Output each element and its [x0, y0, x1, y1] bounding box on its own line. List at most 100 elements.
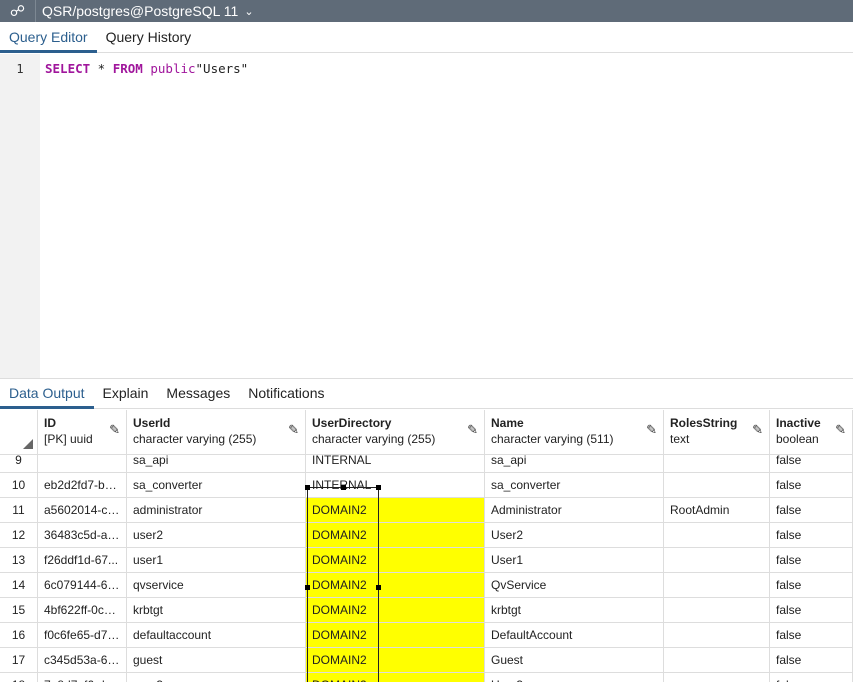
- table-cell[interactable]: guest: [127, 648, 306, 672]
- table-cell[interactable]: 4bf622ff-0c3...: [38, 598, 127, 622]
- table-cell[interactable]: DOMAIN2: [306, 673, 485, 682]
- table-cell[interactable]: DOMAIN2: [306, 623, 485, 647]
- table-cell[interactable]: Administrator: [485, 498, 664, 522]
- tab-query-history[interactable]: Query History: [97, 22, 201, 53]
- table-cell[interactable]: a5602014-c0...: [38, 498, 127, 522]
- table-row[interactable]: 11 a5602014-c0... administrator DOMAIN2 Admi…: [0, 498, 853, 523]
- column-header-id[interactable]: ID [PK] uuid ✎: [38, 410, 127, 455]
- table-row[interactable]: 10 eb2d2fd7-b0... sa_converter INTERNAL sa_c…: [0, 473, 853, 498]
- table-row[interactable]: 13 f26ddf1d-67... user1 DOMAIN2 User1 false: [0, 548, 853, 573]
- table-cell[interactable]: User1: [485, 548, 664, 572]
- tab-messages[interactable]: Messages: [157, 378, 239, 409]
- column-header-userid[interactable]: UserId character varying (255) ✎: [127, 410, 306, 455]
- table-cell[interactable]: User3: [485, 673, 664, 682]
- table-cell[interactable]: user3: [127, 673, 306, 682]
- table-cell[interactable]: [664, 623, 770, 647]
- table-cell[interactable]: [664, 673, 770, 682]
- table-cell[interactable]: krbtgt: [127, 598, 306, 622]
- chevron-down-icon[interactable]: ⌄: [244, 5, 253, 18]
- column-name: Name: [491, 416, 524, 430]
- row-number[interactable]: 18: [0, 673, 38, 682]
- row-number[interactable]: 15: [0, 598, 38, 622]
- table-cell[interactable]: DOMAIN2: [306, 648, 485, 672]
- table-cell[interactable]: [664, 648, 770, 672]
- table-row[interactable]: 12 36483c5d-a8... user2 DOMAIN2 User2 false: [0, 523, 853, 548]
- table-cell[interactable]: false: [770, 573, 853, 597]
- table-cell[interactable]: DOMAIN2: [306, 523, 485, 547]
- table-cell[interactable]: f0c6fe65-d76...: [38, 623, 127, 647]
- table-row[interactable]: 187e8d7af6-df5...user3DOMAIN2User3 false: [0, 673, 853, 682]
- table-cell[interactable]: [664, 573, 770, 597]
- tab-query-editor[interactable]: Query Editor: [0, 22, 97, 53]
- table-cell[interactable]: eb2d2fd7-b0...: [38, 473, 127, 497]
- pencil-icon[interactable]: ✎: [467, 422, 478, 438]
- sql-editor[interactable]: 1 SELECT * FROM public"Users": [0, 54, 853, 378]
- table-row[interactable]: 15 4bf622ff-0c3... krbtgt DOMAIN2 krbtgt fals…: [0, 598, 853, 623]
- table-cell[interactable]: DOMAIN2: [306, 548, 485, 572]
- tab-explain[interactable]: Explain: [94, 378, 158, 409]
- pencil-icon[interactable]: ✎: [288, 422, 299, 438]
- table-cell[interactable]: false: [770, 523, 853, 547]
- table-cell[interactable]: false: [770, 648, 853, 672]
- connection-title[interactable]: QSR/postgres@PostgreSQL 11: [36, 3, 238, 19]
- sql-code[interactable]: SELECT * FROM public"Users": [45, 61, 248, 76]
- table-cell[interactable]: Guest: [485, 648, 664, 672]
- column-header-name[interactable]: Name character varying (511) ✎: [485, 410, 664, 455]
- table-cell[interactable]: DefaultAccount: [485, 623, 664, 647]
- line-number: 1: [0, 54, 40, 378]
- table-cell[interactable]: User2: [485, 523, 664, 547]
- row-number[interactable]: 11: [0, 498, 38, 522]
- table-cell[interactable]: sa_converter: [127, 473, 306, 497]
- row-number[interactable]: 10: [0, 473, 38, 497]
- table-cell[interactable]: false: [770, 623, 853, 647]
- column-type: character varying (255): [133, 432, 257, 446]
- table-cell[interactable]: false: [770, 548, 853, 572]
- table-cell[interactable]: sa_converter: [485, 473, 664, 497]
- pencil-icon[interactable]: ✎: [835, 422, 846, 438]
- tab-notifications[interactable]: Notifications: [239, 378, 333, 409]
- table-cell[interactable]: DOMAIN2: [306, 573, 485, 597]
- column-name: RolesString: [670, 416, 738, 430]
- table-cell[interactable]: administrator: [127, 498, 306, 522]
- table-row[interactable]: 16 f0c6fe65-d76... defaultaccount DOMAIN2 De…: [0, 623, 853, 648]
- keyword: FROM: [112, 61, 143, 76]
- pencil-icon[interactable]: ✎: [109, 422, 120, 438]
- table-cell[interactable]: 6c079144-6f...: [38, 573, 127, 597]
- table-cell[interactable]: DOMAIN2: [306, 498, 485, 522]
- table-cell[interactable]: [664, 523, 770, 547]
- table-cell[interactable]: QvService: [485, 573, 664, 597]
- pencil-icon[interactable]: ✎: [752, 422, 763, 438]
- table-cell[interactable]: DOMAIN2: [306, 598, 485, 622]
- table-cell[interactable]: false: [770, 473, 853, 497]
- table-cell[interactable]: [664, 548, 770, 572]
- table-cell[interactable]: [664, 598, 770, 622]
- table-cell[interactable]: defaultaccount: [127, 623, 306, 647]
- table-cell[interactable]: [664, 473, 770, 497]
- row-number[interactable]: 14: [0, 573, 38, 597]
- table-cell[interactable]: krbtgt: [485, 598, 664, 622]
- select-all-corner[interactable]: [0, 410, 38, 455]
- table-row[interactable]: 17 c345d53a-66... guest DOMAIN2 Guest false: [0, 648, 853, 673]
- column-header-inactive[interactable]: Inactive boolean ✎: [770, 410, 853, 455]
- table-row[interactable]: 14 6c079144-6f... qvservice DOMAIN2 QvServic…: [0, 573, 853, 598]
- table-cell[interactable]: false: [770, 498, 853, 522]
- pencil-icon[interactable]: ✎: [646, 422, 657, 438]
- table-cell[interactable]: 7e8d7af6-df5...: [38, 673, 127, 682]
- row-number[interactable]: 17: [0, 648, 38, 672]
- table-cell[interactable]: 36483c5d-a8...: [38, 523, 127, 547]
- tab-data-output[interactable]: Data Output: [0, 378, 94, 409]
- column-header-userdirectory[interactable]: UserDirectory character varying (255) ✎: [306, 410, 485, 455]
- table-cell[interactable]: qvservice: [127, 573, 306, 597]
- table-cell[interactable]: false: [770, 598, 853, 622]
- row-number[interactable]: 13: [0, 548, 38, 572]
- table-cell[interactable]: c345d53a-66...: [38, 648, 127, 672]
- table-cell[interactable]: RootAdmin: [664, 498, 770, 522]
- table-cell[interactable]: f26ddf1d-67...: [38, 548, 127, 572]
- table-cell[interactable]: user2: [127, 523, 306, 547]
- table-cell[interactable]: INTERNAL: [306, 473, 485, 497]
- row-number[interactable]: 12: [0, 523, 38, 547]
- column-header-rolesstring[interactable]: RolesString text ✎: [664, 410, 770, 455]
- table-cell[interactable]: false: [770, 673, 853, 682]
- table-cell[interactable]: user1: [127, 548, 306, 572]
- row-number[interactable]: 16: [0, 623, 38, 647]
